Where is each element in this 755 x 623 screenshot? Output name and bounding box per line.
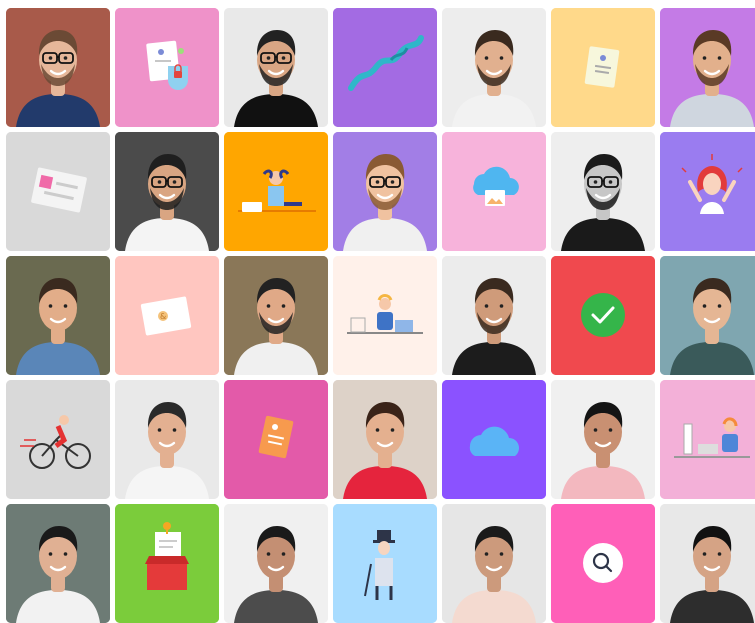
avatar-photo <box>551 132 655 251</box>
card-badge-icon: & <box>115 256 219 375</box>
illustration-tile <box>6 380 110 499</box>
excited-woman-icon <box>660 132 755 251</box>
person-portrait <box>224 256 328 375</box>
person-portrait <box>224 8 328 127</box>
check-circle-icon <box>551 256 655 375</box>
relaxing-person-icon <box>224 132 328 251</box>
avatar-photo <box>6 504 110 623</box>
illustration-tile <box>6 132 110 251</box>
illustration-tile <box>551 504 655 623</box>
person-portrait <box>333 132 437 251</box>
avatar-photo <box>551 380 655 499</box>
avatar-grid: & <box>0 0 755 623</box>
illustration-tile <box>442 132 546 251</box>
document-orange-icon <box>224 380 328 499</box>
person-portrait <box>333 380 437 499</box>
person-portrait <box>660 8 755 127</box>
illustration-tile <box>333 504 437 623</box>
illustration-tile <box>333 256 437 375</box>
avatar-photo <box>660 256 755 375</box>
cloud-image-icon <box>442 132 546 251</box>
illustration-tile <box>115 8 219 127</box>
avatar-photo <box>224 8 328 127</box>
person-portrait <box>6 256 110 375</box>
cyclist-icon <box>6 380 110 499</box>
avatar-photo <box>333 380 437 499</box>
person-portrait <box>442 256 546 375</box>
document-lock-icon <box>115 8 219 127</box>
avatar-photo <box>442 504 546 623</box>
illustration-tile <box>115 504 219 623</box>
person-portrait <box>224 504 328 623</box>
illustration-tile <box>333 8 437 127</box>
person-portrait <box>6 504 110 623</box>
desk-worker-icon <box>333 256 437 375</box>
avatar-photo <box>224 256 328 375</box>
computer-worker-icon <box>660 380 755 499</box>
avatar-photo <box>115 132 219 251</box>
illustration-tile <box>224 132 328 251</box>
gentleman-icon <box>333 504 437 623</box>
avatar-photo <box>6 256 110 375</box>
avatar-photo <box>333 132 437 251</box>
person-portrait <box>115 132 219 251</box>
svg-text:&: & <box>160 312 166 321</box>
avatar-photo <box>660 504 755 623</box>
avatar-photo <box>115 380 219 499</box>
ribbon-icon <box>333 8 437 127</box>
person-portrait <box>660 256 755 375</box>
illustration-tile <box>551 8 655 127</box>
card-icon <box>6 132 110 251</box>
person-portrait <box>551 380 655 499</box>
person-portrait <box>442 8 546 127</box>
search-icon <box>551 504 655 623</box>
person-portrait <box>660 504 755 623</box>
person-portrait <box>551 132 655 251</box>
avatar-photo <box>224 504 328 623</box>
avatar-photo <box>442 256 546 375</box>
illustration-tile <box>442 380 546 499</box>
box-document-icon <box>115 504 219 623</box>
person-portrait <box>115 380 219 499</box>
illustration-tile <box>551 256 655 375</box>
avatar-photo <box>442 8 546 127</box>
illustration-tile <box>224 380 328 499</box>
illustration-tile: & <box>115 256 219 375</box>
avatar-photo <box>660 8 755 127</box>
person-portrait <box>442 504 546 623</box>
person-portrait <box>6 8 110 127</box>
cloud-icon <box>442 380 546 499</box>
document-icon <box>551 8 655 127</box>
illustration-tile <box>660 380 755 499</box>
avatar-photo <box>6 8 110 127</box>
illustration-tile <box>660 132 755 251</box>
